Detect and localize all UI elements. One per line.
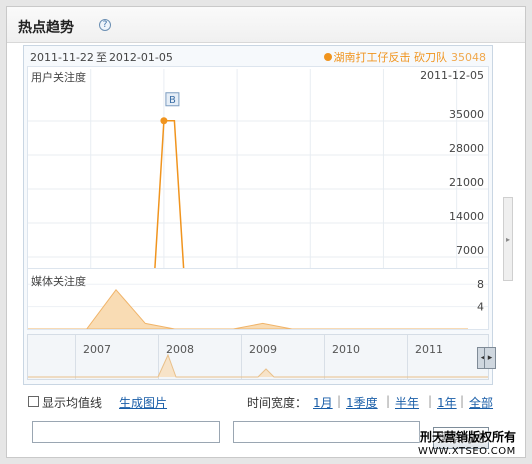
timeline-right-handle-icon[interactable]: ▸ bbox=[484, 347, 496, 369]
range-1-month[interactable]: 1月 bbox=[313, 394, 333, 411]
watermark-url: WWW.XTSEO.COM bbox=[418, 446, 516, 457]
y-tick-label: 14000 bbox=[449, 210, 484, 223]
chart-container: 2011-11-22 至 2012-01-05 湖南打工仔反击 砍刀队 35048 7… bbox=[23, 45, 496, 385]
keyword-input-2[interactable] bbox=[233, 421, 420, 443]
range-divider: | bbox=[337, 394, 342, 408]
panel-header: 热点趋势 ? bbox=[7, 7, 525, 43]
plot-date: 2011-12-05 bbox=[420, 69, 484, 82]
y-tick-label: 28000 bbox=[449, 142, 484, 155]
panel-title: 热点趋势 bbox=[18, 20, 74, 36]
timeline-scroller[interactable]: 2007 2008 2009 2010 2011 ◂ ▸ bbox=[27, 334, 496, 380]
keyword-input-1[interactable] bbox=[32, 421, 220, 443]
range-1-quarter[interactable]: 1季度 bbox=[346, 394, 378, 411]
range-end: 2012-01-05 bbox=[108, 51, 173, 64]
series-value: 35048 bbox=[451, 51, 486, 64]
timeline-sparkline-path bbox=[28, 353, 488, 378]
media-attention-chart: 48 bbox=[28, 278, 488, 330]
range-divider: | bbox=[460, 394, 465, 408]
event-marker-label: B bbox=[169, 95, 176, 106]
range-half-year[interactable]: 半年 bbox=[395, 394, 419, 411]
range-start: 2011-11-22 bbox=[30, 51, 94, 64]
range-all[interactable]: 全部 bbox=[469, 394, 493, 411]
chart-controls: 显示均值线 生成图片 时间宽度： 1月 | 1季度 | 半年 | 1年 | 全部 bbox=[23, 393, 493, 415]
range-divider: | bbox=[386, 394, 391, 408]
y-tick-label: 21000 bbox=[449, 176, 484, 189]
peak-point bbox=[160, 117, 168, 125]
series-dot-icon bbox=[323, 53, 332, 61]
plot-ylabel: 用户关注度 bbox=[31, 71, 86, 84]
time-width-label: 时间宽度： bbox=[247, 396, 308, 410]
media-attention-plot[interactable]: 48 媒体关注度 bbox=[27, 268, 489, 330]
mean-line-label[interactable]: 显示均值线 bbox=[42, 394, 102, 411]
range-separator: 至 bbox=[95, 51, 107, 64]
mean-line-checkbox[interactable] bbox=[28, 396, 39, 407]
timeline-sparkline bbox=[28, 353, 488, 378]
date-range: 2011-11-22 至 2012-01-05 bbox=[30, 49, 173, 65]
watermark-text: 刑天营销版权所有 bbox=[420, 430, 517, 444]
media-y-tick-label: 4 bbox=[477, 301, 484, 314]
y-tick-label: 35000 bbox=[449, 108, 484, 121]
collapse-side-tab[interactable]: ▸ bbox=[503, 197, 513, 281]
series-line bbox=[28, 120, 488, 292]
media-area bbox=[28, 289, 468, 330]
media-y-tick-label: 8 bbox=[477, 278, 484, 291]
help-icon[interactable]: ? bbox=[99, 19, 111, 31]
series-name: 湖南打工仔反击 砍刀队 bbox=[333, 51, 448, 64]
y-tick-label: 7000 bbox=[456, 244, 484, 257]
series-legend[interactable]: 湖南打工仔反击 砍刀队 35048 bbox=[323, 49, 486, 65]
range-1-year[interactable]: 1年 bbox=[437, 394, 457, 411]
media-ylabel: 媒体关注度 bbox=[31, 275, 86, 288]
range-divider: | bbox=[428, 394, 433, 408]
generate-image-link[interactable]: 生成图片 bbox=[119, 394, 167, 411]
